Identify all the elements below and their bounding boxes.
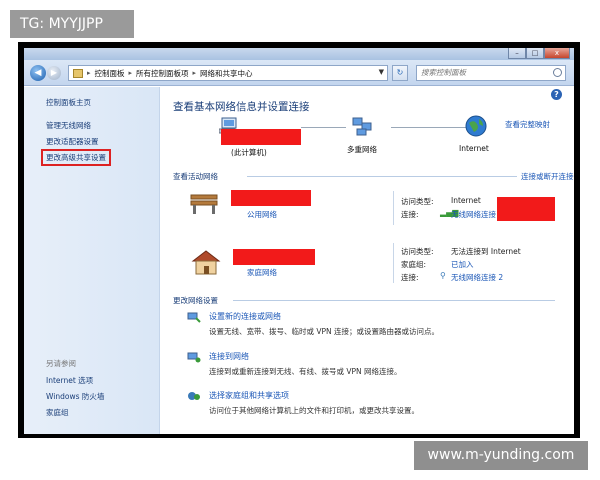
multiple-networks-icon <box>352 117 372 136</box>
network-sharing-window: – □ x ◀ ▶ ▸ 控制面板 ▸ 所有控制面板项 ▸ 网络和共享中心 ▼ ↻… <box>24 48 574 434</box>
help-icon[interactable]: ? <box>551 89 562 100</box>
change-settings-header: 更改网络设置 <box>173 296 218 305</box>
wireless-adapter-icon: ⚲ <box>440 271 446 280</box>
new-connection-icon <box>187 312 201 323</box>
homegroup-sharing-desc: 访问位于其他网络计算机上的文件和打印机，或更改共享设置。 <box>209 406 419 415</box>
maximize-button[interactable]: □ <box>526 48 544 59</box>
see-also-header: 另请参阅 <box>46 359 76 368</box>
watermark-bottom-right: www.m-yunding.com <box>414 441 588 470</box>
internet-options-link[interactable]: Internet 选项 <box>46 375 93 386</box>
search-icon[interactable] <box>553 68 562 77</box>
control-panel-home-link[interactable]: 控制面板主页 <box>46 97 91 108</box>
breadcrumb[interactable]: ▸ 控制面板 ▸ 所有控制面板项 ▸ 网络和共享中心 ▼ <box>68 65 388 81</box>
multiple-networks-label: 多重网络 <box>347 145 377 154</box>
setup-new-connection-link[interactable]: 设置新的连接或网络 <box>209 311 281 322</box>
homegroup-sharing-link[interactable]: 选择家庭组和共享选项 <box>209 390 289 401</box>
change-advanced-sharing-link[interactable]: 更改高级共享设置 <box>41 149 111 166</box>
minimize-button[interactable]: – <box>508 48 526 59</box>
access-type-value-2: 无法连接到 Internet <box>451 247 521 256</box>
manage-wireless-link[interactable]: 管理无线网络 <box>46 120 91 131</box>
homegroup-sharing-icon <box>188 392 200 400</box>
windows-firewall-link[interactable]: Windows 防火墙 <box>46 391 104 402</box>
breadcrumb-item-control-panel[interactable]: 控制面板 <box>95 68 125 79</box>
watermark-top-left: TG: MYYJJPP <box>10 10 134 38</box>
search-box <box>416 65 566 81</box>
search-input[interactable] <box>421 68 547 77</box>
page-title: 查看基本网络信息并设置连接 <box>173 101 310 113</box>
globe-icon <box>465 115 487 137</box>
breadcrumb-item-all-items[interactable]: 所有控制面板项 <box>136 68 189 79</box>
full-map-link[interactable]: 查看完整映射 <box>505 119 550 130</box>
forward-button[interactable]: ▶ <box>47 66 61 80</box>
connect-disconnect-link[interactable]: 连接或断开连接 <box>521 171 574 182</box>
wireless-connection-2-link[interactable]: 无线网络连接 2 <box>451 272 503 283</box>
this-computer-label: (此计算机) <box>231 148 267 157</box>
access-type-label: 访问类型: <box>401 197 434 206</box>
main-content: ? 查看基本网络信息并设置连接 查看完整映射 (此计算机) 多重网络 Inter… <box>161 87 574 434</box>
address-bar: ◀ ▶ ▸ 控制面板 ▸ 所有控制面板项 ▸ 网络和共享中心 ▼ ↻ <box>24 60 574 86</box>
redaction-network-1-ssid <box>497 197 555 221</box>
back-button[interactable]: ◀ <box>30 65 46 81</box>
homegroup-link[interactable]: 家庭组 <box>46 407 69 418</box>
map-line-2 <box>391 127 466 128</box>
connection-label-2: 连接: <box>401 273 419 282</box>
redaction-network-2-name <box>233 249 315 265</box>
homegroup-label: 家庭组: <box>401 260 427 269</box>
house-icon <box>191 250 221 275</box>
redaction-computer-name <box>221 129 301 145</box>
refresh-button[interactable]: ↻ <box>392 65 408 81</box>
left-nav-pane: 控制面板主页 管理无线网络 更改适配器设置 更改高级共享设置 另请参阅 Inte… <box>24 87 160 434</box>
title-bar: – □ x <box>24 48 574 60</box>
breadcrumb-item-network-center[interactable]: 网络和共享中心 <box>200 68 253 79</box>
close-button[interactable]: x <box>544 48 570 59</box>
folder-icon <box>73 68 83 78</box>
public-network-type-link[interactable]: 公用网络 <box>247 209 277 220</box>
wireless-connection-link[interactable]: 无线网络连接 <box>451 209 496 220</box>
park-bench-icon <box>190 194 218 214</box>
active-networks-header: 查看活动网络 <box>173 172 218 181</box>
home-network-type-link[interactable]: 家庭网络 <box>247 267 277 278</box>
change-adapter-link[interactable]: 更改适配器设置 <box>46 136 99 147</box>
access-type-value: Internet <box>451 196 481 205</box>
chevron-down-icon[interactable]: ▼ <box>379 68 384 76</box>
redaction-network-1-name <box>231 190 311 206</box>
internet-label: Internet <box>459 144 489 153</box>
homegroup-joined-link[interactable]: 已加入 <box>451 259 474 270</box>
connection-label: 连接: <box>401 210 419 219</box>
map-line-1 <box>301 127 346 128</box>
connect-to-network-desc: 连接到或重新连接到无线、有线、拨号或 VPN 网络连接。 <box>209 367 402 376</box>
connect-network-icon <box>187 352 201 363</box>
setup-new-connection-desc: 设置无线、宽带、拨号、临时或 VPN 连接；或设置路由器或访问点。 <box>209 327 440 336</box>
connect-to-network-link[interactable]: 连接到网络 <box>209 351 249 362</box>
access-type-label-2: 访问类型: <box>401 247 434 256</box>
